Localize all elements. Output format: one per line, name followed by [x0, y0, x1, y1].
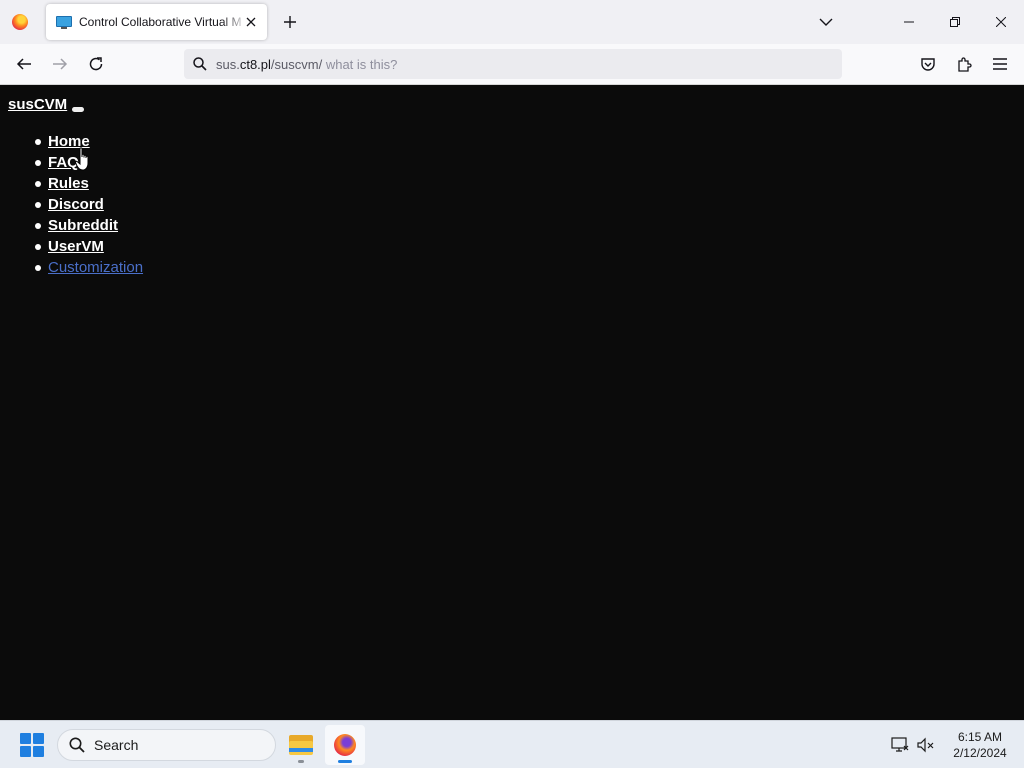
site-brand-link[interactable]: susCVM — [8, 96, 67, 113]
close-tab-button[interactable] — [243, 14, 259, 30]
firefox-view-button[interactable] — [8, 10, 32, 34]
menu-item-customization: Customization — [34, 257, 143, 278]
chevron-down-icon — [819, 18, 833, 26]
url-host: ct8.pl — [239, 56, 271, 72]
url-prefix: sus. — [216, 56, 240, 72]
navigation-toolbar: sus.ct8.pl/suscvm/ what is this? — [0, 44, 1024, 85]
menu-item-subreddit: Subreddit — [34, 215, 143, 236]
minimize-button[interactable] — [886, 0, 932, 44]
search-icon — [192, 56, 208, 72]
menu-link-uservm[interactable]: UserVM — [48, 238, 104, 255]
firefox-icon — [12, 14, 28, 30]
folder-icon — [289, 735, 313, 755]
pocket-button[interactable] — [918, 54, 938, 74]
minimize-icon — [904, 21, 914, 23]
close-icon — [996, 17, 1006, 27]
url-extra-text: what is this? — [322, 56, 398, 72]
plus-icon — [284, 16, 296, 28]
search-icon — [68, 736, 86, 754]
menu-item-discord: Discord — [34, 194, 143, 215]
page-content: susCVM Home FAQ Rules Discord Subreddit … — [0, 85, 1024, 720]
firefox-icon — [334, 734, 356, 756]
windows-logo-icon — [20, 733, 31, 744]
start-button[interactable] — [20, 733, 44, 757]
menu-link-customization[interactable]: Customization — [48, 259, 143, 276]
nav-menu: Home FAQ Rules Discord Subreddit UserVM … — [34, 131, 143, 278]
menu-link-subreddit[interactable]: Subreddit — [48, 217, 118, 234]
back-button[interactable] — [10, 52, 38, 76]
clock-time: 6:15 AM — [957, 730, 1003, 744]
monitor-icon — [56, 15, 72, 29]
close-window-button[interactable] — [978, 0, 1024, 44]
url-path: /suscvm/ — [270, 56, 323, 72]
system-clock[interactable]: 6:15 AM 2/12/2024 — [944, 729, 1016, 761]
list-all-tabs-button[interactable] — [816, 12, 836, 32]
url-text[interactable]: sus.ct8.pl/suscvm/ what is this? — [216, 57, 397, 72]
arrow-left-icon — [16, 58, 31, 70]
menu-item-rules: Rules — [34, 173, 143, 194]
search-placeholder: Search — [94, 737, 139, 753]
reload-button[interactable] — [82, 52, 110, 76]
theme-toggle-button[interactable] — [72, 107, 84, 112]
active-indicator — [338, 760, 352, 763]
running-indicator — [298, 760, 304, 763]
network-icon[interactable] — [891, 736, 909, 754]
menu-link-discord[interactable]: Discord — [48, 196, 104, 213]
menu-link-rules[interactable]: Rules — [48, 175, 89, 192]
volume-muted-icon[interactable] — [917, 736, 935, 754]
app-menu-button[interactable] — [990, 54, 1010, 74]
menu-item-uservm: UserVM — [34, 236, 143, 257]
browser-tab[interactable]: Control Collaborative Virtual M — [46, 4, 267, 40]
url-bar[interactable]: sus.ct8.pl/suscvm/ what is this? — [184, 49, 842, 79]
menu-item-home: Home — [34, 131, 143, 152]
restore-icon — [950, 17, 960, 27]
tab-title: Control Collaborative Virtual M — [79, 15, 242, 29]
hamburger-icon — [993, 58, 1007, 70]
hand-cursor-icon — [75, 147, 89, 171]
new-tab-button[interactable] — [280, 12, 300, 32]
arrow-right-icon — [53, 58, 68, 70]
menu-item-faq: FAQ — [34, 152, 143, 173]
firefox-taskbar-button[interactable] — [325, 725, 365, 765]
reload-icon — [89, 57, 103, 71]
clock-date: 2/12/2024 — [953, 746, 1007, 760]
file-explorer-taskbar-button[interactable] — [281, 725, 321, 765]
close-icon — [246, 17, 256, 27]
tab-strip: Control Collaborative Virtual M — [0, 0, 1024, 44]
taskbar: Search 6:15 AM 2/12/2024 — [0, 720, 1024, 768]
pocket-icon — [921, 58, 935, 71]
forward-button[interactable] — [46, 52, 74, 76]
restore-button[interactable] — [932, 0, 978, 44]
taskbar-search-box[interactable]: Search — [57, 729, 276, 761]
puzzle-icon — [958, 57, 972, 72]
extensions-button[interactable] — [954, 54, 974, 74]
